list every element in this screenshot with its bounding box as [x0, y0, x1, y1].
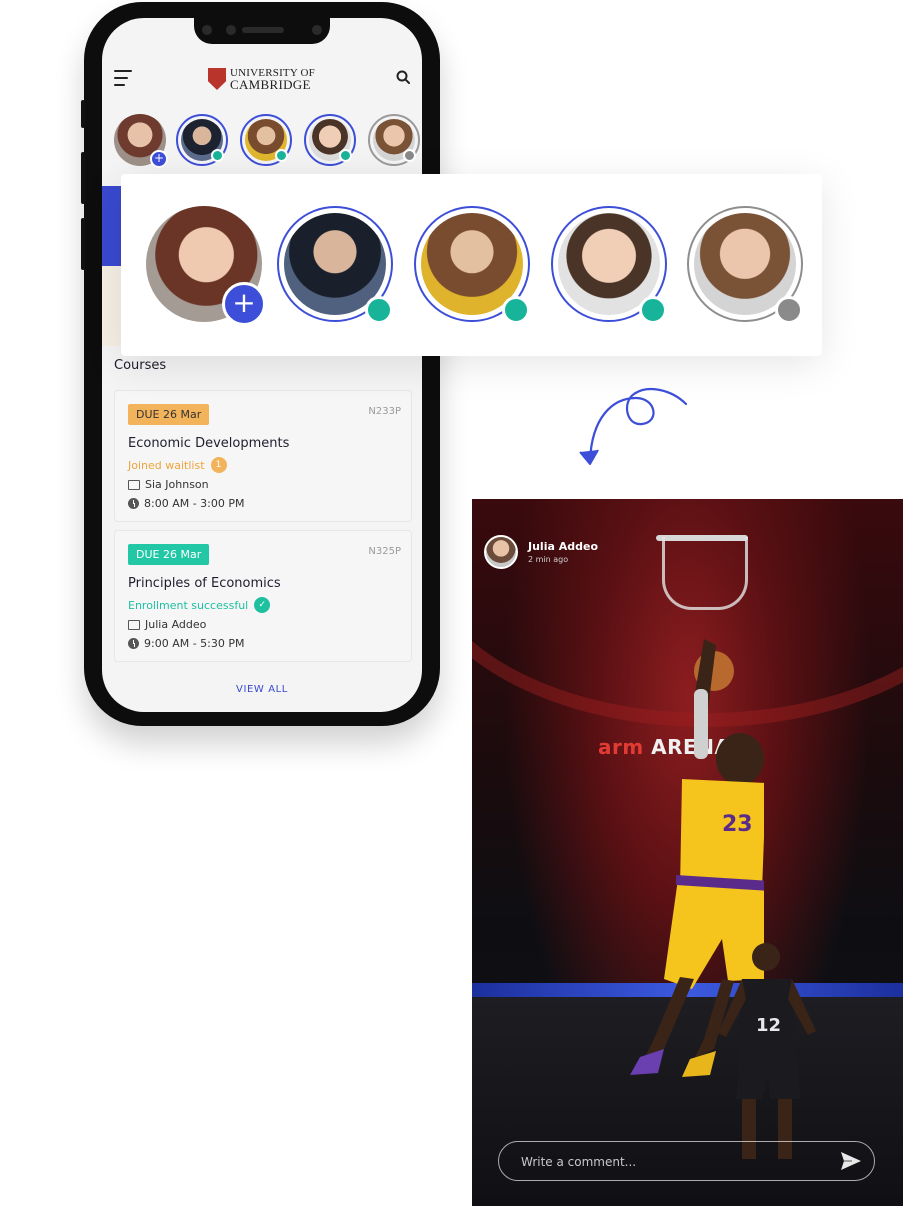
course-title: Economic Developments	[128, 436, 290, 451]
story-avatar[interactable]	[304, 114, 356, 166]
teacher-name: Julia Addeo	[145, 618, 207, 631]
player-defender: 12	[718, 943, 816, 1159]
sensor-dot	[312, 25, 322, 35]
speaker-grille	[242, 27, 284, 33]
story-avatar[interactable]	[687, 206, 803, 324]
teacher-name: Sia Johnson	[145, 478, 209, 491]
status-text: Joined waitlist	[128, 458, 205, 472]
university-logo[interactable]: UNIVERSITY OF CAMBRIDGE	[208, 67, 315, 91]
teacher-icon	[128, 479, 140, 490]
comment-field	[498, 1141, 875, 1182]
stories-row-large: +	[121, 174, 822, 356]
course-card[interactable]: DUE 26 Mar N325P Principles of Economics…	[114, 530, 412, 662]
story-avatar[interactable]	[240, 114, 292, 166]
course-teacher: Sia Johnson	[128, 478, 209, 491]
add-story-icon[interactable]: +	[150, 150, 168, 168]
course-card[interactable]: DUE 26 Mar N233P Economic Developments J…	[114, 390, 412, 522]
section-title: Courses	[114, 358, 167, 373]
teacher-icon	[128, 619, 140, 630]
post-header: Julia Addeo 2 min ago	[484, 535, 598, 569]
story-avatar-add[interactable]: +	[146, 206, 266, 326]
phone-screen: UNIVERSITY OF CAMBRIDGE + Courses DUE 26…	[102, 18, 422, 712]
phone-mockup: UNIVERSITY OF CAMBRIDGE + Courses DUE 26…	[81, 2, 440, 726]
menu-icon[interactable]	[114, 70, 132, 86]
check-icon: ✓	[254, 597, 271, 613]
comment-input[interactable]	[519, 1142, 823, 1182]
clock-icon	[128, 638, 139, 649]
logo-line-2: CAMBRIDGE	[230, 77, 311, 92]
send-icon[interactable]	[840, 1151, 862, 1171]
time-range: 9:00 AM - 5:30 PM	[144, 637, 245, 650]
time-range: 8:00 AM - 3:00 PM	[144, 497, 245, 510]
online-status-icon	[339, 149, 352, 162]
online-status-icon	[639, 296, 667, 324]
course-status: Enrollment successful ✓	[128, 597, 271, 613]
phone-volume-down	[81, 218, 85, 270]
waitlist-count-badge: 1	[210, 457, 227, 473]
story-avatar[interactable]	[176, 114, 228, 166]
post-timestamp: 2 min ago	[528, 555, 569, 564]
course-time: 8:00 AM - 3:00 PM	[128, 497, 245, 510]
author-avatar[interactable]	[484, 535, 518, 569]
svg-text:23: 23	[722, 812, 753, 837]
online-status-icon	[502, 296, 530, 324]
clock-icon	[128, 498, 139, 509]
course-status: Joined waitlist 1	[128, 457, 227, 473]
story-avatar-add[interactable]: +	[114, 114, 168, 168]
camera-dot	[226, 25, 236, 35]
view-all-link[interactable]: VIEW ALL	[102, 684, 422, 695]
sensor-dot	[202, 25, 212, 35]
video-post[interactable]: arm ARENA 23 12 Julia Addeo 2 min ago	[472, 499, 903, 1206]
story-avatar[interactable]	[368, 114, 420, 166]
due-badge: DUE 26 Mar	[128, 404, 210, 425]
app-header: UNIVERSITY OF CAMBRIDGE	[102, 64, 422, 98]
author-name[interactable]: Julia Addeo	[528, 540, 598, 553]
course-teacher: Julia Addeo	[128, 618, 206, 631]
status-text: Enrollment successful	[128, 598, 249, 612]
due-badge: DUE 26 Mar	[128, 544, 210, 565]
search-icon[interactable]	[396, 70, 410, 84]
svg-text:12: 12	[756, 1015, 781, 1036]
phone-mute-button	[81, 100, 85, 128]
course-title: Principles of Economics	[128, 576, 281, 591]
phone-notch	[194, 18, 330, 44]
online-status-icon	[365, 296, 393, 324]
phone-volume-up	[81, 152, 85, 204]
stories-row-small: +	[114, 114, 422, 174]
story-avatar[interactable]	[414, 206, 530, 324]
add-story-icon[interactable]: +	[222, 282, 266, 326]
story-avatar[interactable]	[551, 206, 667, 324]
course-code: N233P	[368, 406, 401, 417]
curly-arrow-icon	[579, 387, 688, 465]
course-time: 9:00 AM - 5:30 PM	[128, 637, 245, 650]
online-status-icon	[275, 149, 288, 162]
crest-icon	[208, 68, 226, 90]
offline-status-icon	[775, 296, 803, 324]
offline-status-icon	[403, 149, 416, 162]
story-avatar[interactable]	[277, 206, 393, 324]
course-code: N325P	[368, 546, 401, 557]
online-status-icon	[211, 149, 224, 162]
